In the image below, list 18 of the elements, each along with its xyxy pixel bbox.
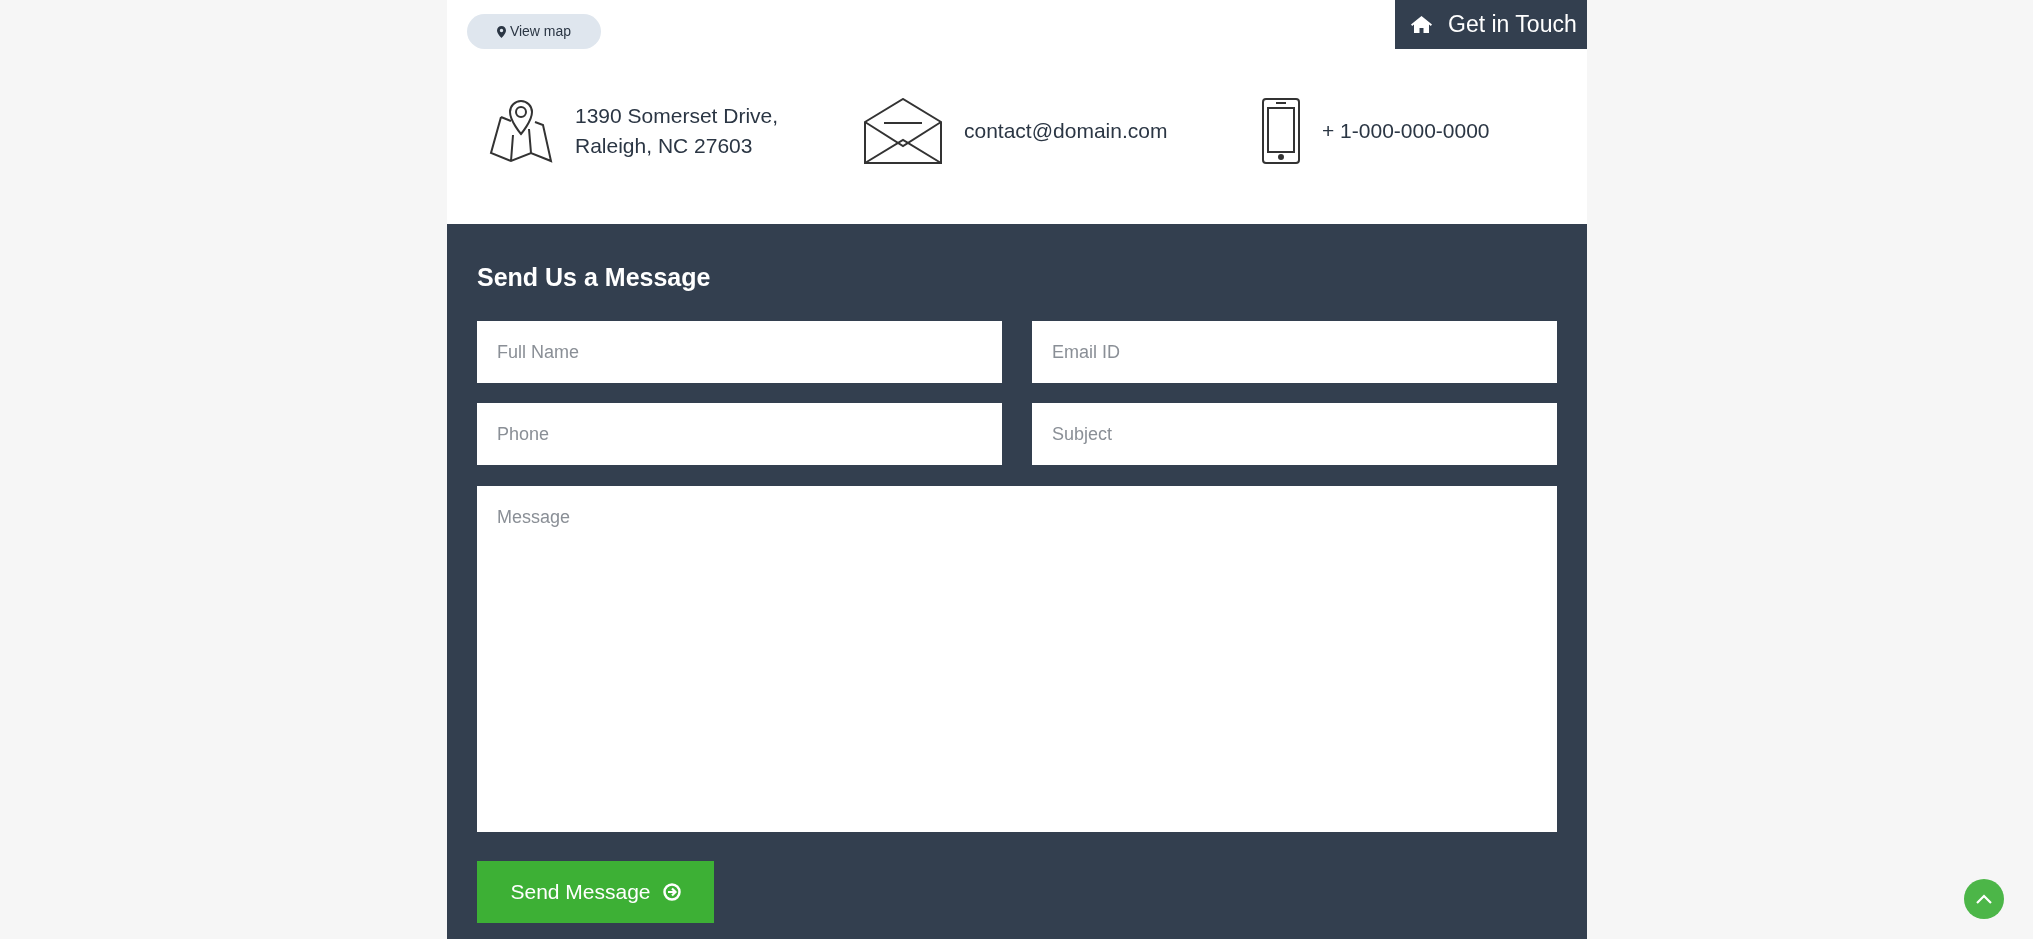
phone-text: + 1-000-000-0000 [1322, 118, 1490, 144]
arrow-circle-icon [662, 883, 681, 901]
map-icon [489, 99, 553, 163]
input-field[interactable]: Full Name [477, 321, 1002, 383]
form-heading: Send Us a Message [477, 262, 712, 292]
scroll-to-top-button[interactable] [1964, 879, 2004, 919]
map-pin-icon [496, 25, 506, 38]
input-field[interactable]: Email ID [1032, 321, 1557, 383]
email-text: contact@domain.com [964, 118, 1168, 144]
smartphone-icon [1262, 98, 1300, 164]
view-map-button[interactable]: View map [467, 14, 601, 49]
house-icon [1411, 16, 1432, 33]
input-field[interactable]: Phone [477, 403, 1002, 465]
input-field[interactable]: Subject [1032, 403, 1557, 465]
envelope-icon [864, 98, 942, 164]
address-text: 1390 Somerset Drive, Raleigh, NC 27603 [575, 103, 779, 159]
chevron-up-icon [1976, 894, 1992, 904]
message-field[interactable]: Message [477, 486, 1557, 832]
